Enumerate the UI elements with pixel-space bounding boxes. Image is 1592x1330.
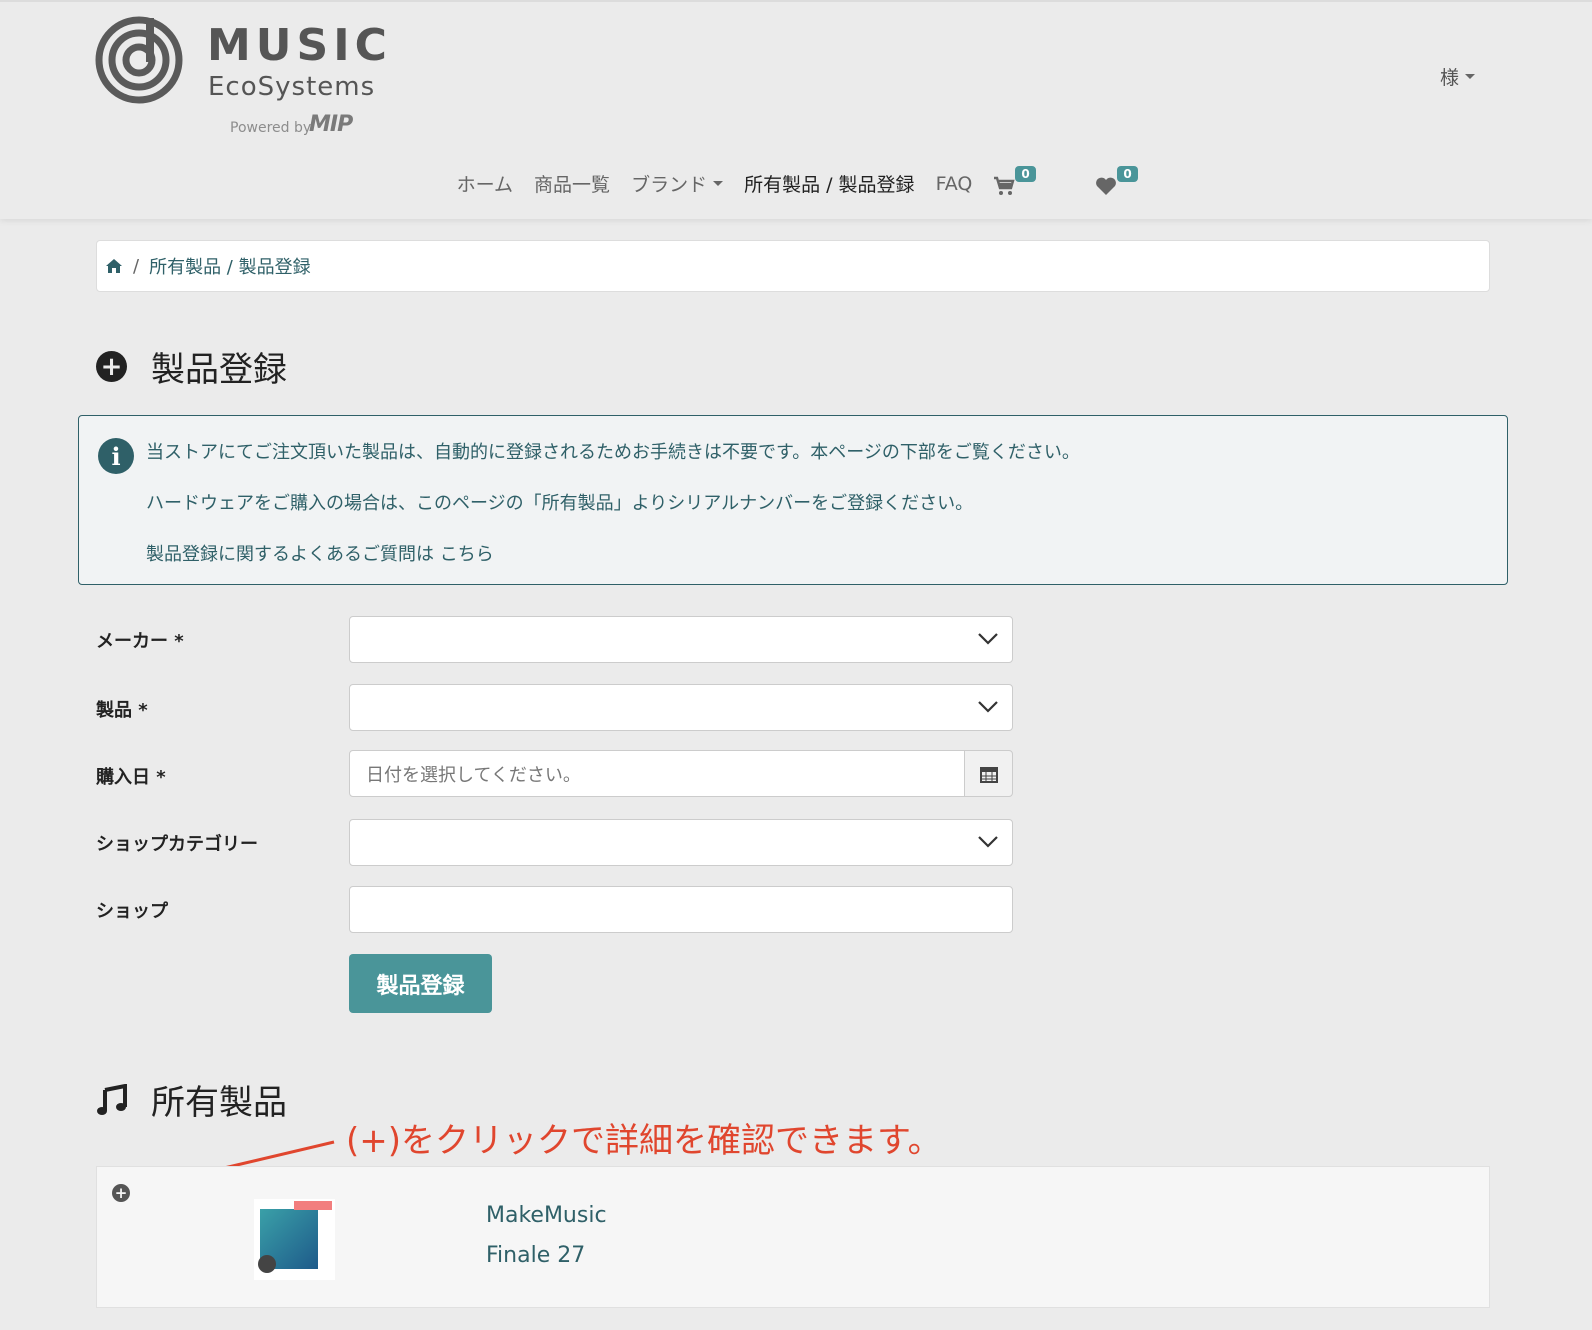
nav-wishlist[interactable]: 0 [1095, 165, 1138, 196]
cart-count-badge: 0 [1015, 165, 1036, 182]
product-label: 製品 * [96, 696, 148, 722]
user-name: 様 [1440, 67, 1460, 89]
chevron-down-icon [978, 633, 998, 645]
nav-products[interactable]: 商品一覧 [534, 170, 610, 197]
info-line-2: ハードウェアをご購入の場合は、このページの「所有製品」よりシリアルナンバーをご登… [146, 493, 974, 514]
shop-category-select[interactable] [349, 819, 1013, 866]
chevron-down-icon [1465, 74, 1476, 79]
wishlist-count-badge: 0 [1117, 165, 1138, 182]
required-mark: * [138, 700, 148, 721]
home-icon[interactable] [105, 258, 123, 274]
owned-section-heading: 所有製品 [96, 1075, 287, 1124]
logo-mark-icon [95, 16, 183, 104]
logo-word-ecosystems: EcoSystems [208, 72, 376, 102]
chevron-down-icon [978, 836, 998, 848]
site-header: MUSIC EcoSystems Powered by MIP 様 ホーム 商品… [0, 0, 1592, 219]
maker-label-text: メーカー [96, 631, 168, 652]
purchase-date-label: 購入日 * [96, 763, 166, 789]
chevron-down-icon [713, 181, 724, 186]
cart-icon [994, 176, 1015, 195]
breadcrumb: / 所有製品 / 製品登録 [96, 240, 1490, 292]
maker-label: メーカー * [96, 627, 184, 653]
register-section-title: 製品登録 [151, 350, 287, 390]
shop-label: ショップ [96, 901, 168, 922]
product-select[interactable] [349, 684, 1013, 731]
register-section-heading: + 製品登録 [96, 342, 287, 391]
owned-product-row: + MakeMusic Finale 27 [96, 1166, 1490, 1308]
product-brand: MakeMusic [486, 1203, 607, 1228]
user-menu[interactable]: 様 [1440, 63, 1476, 90]
nav-owned-products[interactable]: 所有製品 / 製品登録 [744, 170, 914, 197]
product-label-text: 製品 [96, 700, 132, 721]
breadcrumb-separator: / [133, 255, 140, 277]
logo-mip: MIP [309, 112, 353, 137]
shop-input[interactable] [349, 886, 1013, 933]
nav-brands-label: ブランド [631, 174, 708, 196]
register-product-button[interactable]: 製品登録 [349, 954, 492, 1013]
nav-faq[interactable]: FAQ [936, 173, 973, 195]
product-tag [294, 1201, 332, 1210]
chevron-down-icon [978, 701, 998, 713]
date-picker-button[interactable] [964, 750, 1013, 797]
logo-word-music: MUSIC [207, 20, 392, 71]
info-line-3: 製品登録に関するよくあるご質問は こちら [146, 540, 494, 566]
product-thumbnail [254, 1199, 335, 1280]
info-line-1: 当ストアにてご注文頂いた製品は、自動的に登録されるためお手続きは不要です。本ペー… [146, 442, 1080, 463]
owned-section-title: 所有製品 [151, 1083, 287, 1123]
breadcrumb-current[interactable]: 所有製品 / 製品登録 [149, 253, 311, 279]
site-logo[interactable]: MUSIC EcoSystems Powered by MIP [95, 14, 395, 144]
info-line-3-text: 製品登録に関するよくあるご質問は [146, 544, 434, 565]
info-alert: i 当ストアにてご注文頂いた製品は、自動的に登録されるためお手続きは不要です。本… [78, 415, 1508, 585]
maker-select[interactable] [349, 616, 1013, 663]
nav-home[interactable]: ホーム [457, 170, 513, 197]
calendar-icon [979, 766, 998, 783]
annotation-text: (+)をクリックで詳細を確認できます。 [346, 1121, 942, 1161]
music-note-icon [97, 1084, 127, 1115]
required-mark: * [174, 631, 184, 652]
download-icon [258, 1255, 276, 1273]
nav-cart[interactable]: 0 [993, 165, 1036, 196]
heart-icon [1096, 177, 1117, 195]
main-nav: ホーム 商品一覧 ブランド 所有製品 / 製品登録 FAQ 0 0 [0, 165, 1592, 197]
logo-powered-by: Powered by [230, 120, 312, 136]
plus-circle-icon: + [96, 351, 127, 382]
shop-category-label: ショップカテゴリー [96, 834, 258, 855]
purchase-date-input[interactable]: 日付を選択してください。 [349, 750, 965, 797]
required-mark: * [156, 767, 166, 788]
info-icon: i [98, 438, 134, 474]
nav-brands[interactable]: ブランド [631, 170, 724, 197]
product-name[interactable]: Finale 27 [486, 1243, 585, 1268]
expand-details-button[interactable]: + [112, 1184, 130, 1202]
faq-link[interactable]: こちら [440, 544, 494, 565]
purchase-date-label-text: 購入日 [96, 767, 150, 788]
